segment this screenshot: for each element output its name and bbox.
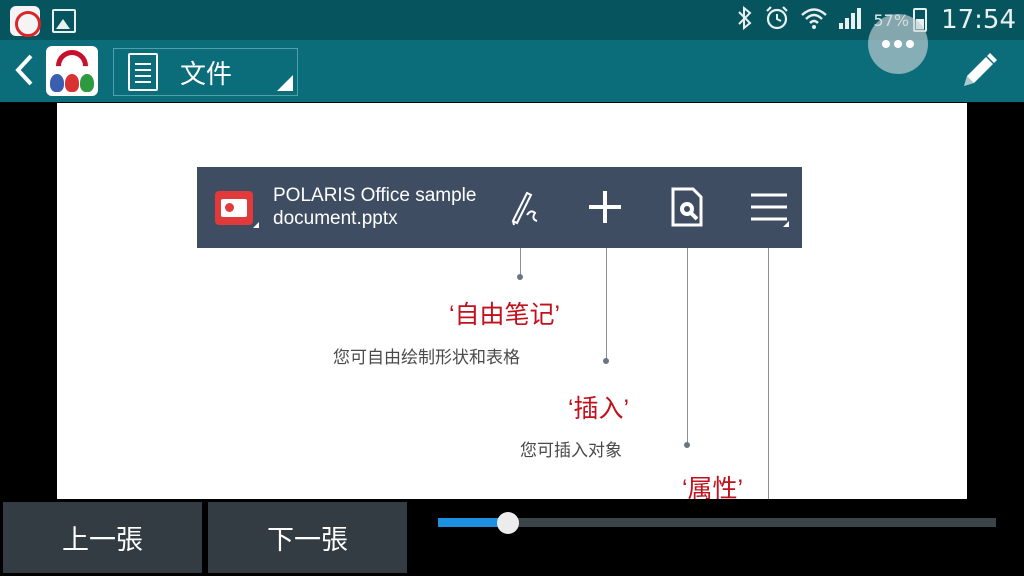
- powerpoint-file-icon: [215, 191, 253, 225]
- document-menu-label: 文件: [180, 59, 233, 90]
- filename-line-2: document.pptx: [273, 208, 398, 229]
- document-icon: [128, 53, 158, 91]
- slide-canvas[interactable]: POLARIS Office sample document.pptx ‘自由笔…: [57, 103, 967, 499]
- signal-icon: [838, 6, 864, 35]
- callout-line-insert: [606, 248, 607, 360]
- callout-line-properties: [687, 248, 688, 444]
- dropdown-corner-icon: [277, 75, 293, 91]
- app-notification-icon: [10, 6, 41, 37]
- more-options-icon[interactable]: [868, 14, 928, 74]
- callout-dot-free-draw: [517, 274, 523, 280]
- bluetooth-icon: [736, 5, 754, 35]
- callout-line-menu: [768, 248, 769, 499]
- app-logo-icon[interactable]: [46, 46, 98, 96]
- slide-toolbar-illustration: POLARIS Office sample document.pptx: [197, 167, 802, 248]
- callout-dot-properties: [684, 442, 690, 448]
- back-arrow-icon: [15, 54, 33, 86]
- slide-progress-slider[interactable]: [438, 518, 996, 527]
- app-toolbar: 文件: [0, 14, 1024, 102]
- gallery-icon: [52, 9, 76, 33]
- slider-thumb[interactable]: [497, 512, 519, 534]
- status-left-icons: [10, 6, 76, 37]
- logo-bird: [50, 74, 64, 92]
- slide-navigation-bar: 上一張 下一張: [0, 499, 1024, 576]
- pencil-icon: [964, 53, 997, 86]
- callout-title-free-draw: ‘自由笔记’: [449, 301, 561, 329]
- callout-desc-insert: 您可插入对象: [520, 441, 622, 461]
- callout-dot-insert: [603, 358, 609, 364]
- insert-plus-icon: [589, 191, 621, 223]
- logo-bird: [65, 74, 79, 92]
- clock: 17:54: [941, 5, 1016, 35]
- dropdown-corner-icon: [783, 221, 789, 227]
- slide-filename: POLARIS Office sample document.pptx: [273, 184, 476, 230]
- filename-line-1: POLARIS Office sample: [273, 185, 477, 206]
- callout-title-insert: ‘插入’: [568, 395, 630, 423]
- document-menu-select[interactable]: 文件: [113, 48, 298, 96]
- callout-title-properties: ‘属性’: [682, 475, 744, 499]
- dropdown-corner-icon: [253, 222, 259, 228]
- wifi-icon: [800, 6, 828, 35]
- edit-button[interactable]: [954, 48, 1002, 96]
- logo-bird: [80, 74, 94, 92]
- properties-icon: [671, 187, 703, 227]
- callout-line-free-draw: [520, 248, 521, 276]
- alarm-icon: [764, 5, 790, 36]
- free-draw-icon: [511, 191, 538, 226]
- callout-desc-free-draw: 您可自由绘制形状和表格: [333, 348, 520, 368]
- previous-slide-button[interactable]: 上一張: [3, 502, 202, 573]
- next-slide-button[interactable]: 下一張: [208, 502, 407, 573]
- back-button[interactable]: [6, 48, 42, 92]
